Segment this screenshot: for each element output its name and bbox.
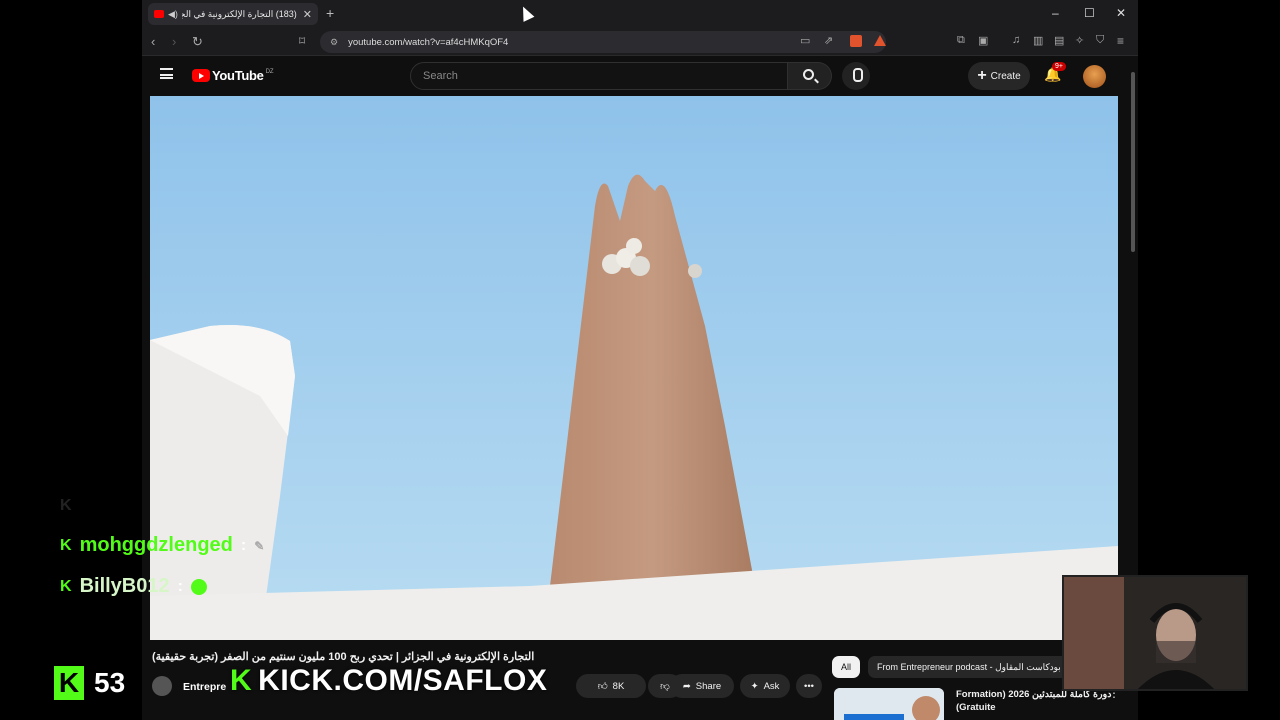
faded-chat-line: K xyxy=(60,497,72,514)
thumbs-up-icon: 👍︎ xyxy=(597,681,608,692)
new-tab-icon[interactable]: + xyxy=(326,5,334,21)
chat-message: K mohggdzlenged : ✎ xyxy=(60,534,264,557)
close-tab-icon[interactable]: ✕ xyxy=(303,8,312,21)
site-info-icon[interactable]: ⚙ xyxy=(330,37,338,48)
emote-icon xyxy=(190,578,207,595)
webcam-feed xyxy=(1064,577,1246,689)
bookmark-icon[interactable]: ⌑ xyxy=(299,34,305,48)
maximize-icon[interactable]: ☐ xyxy=(1084,6,1095,20)
ask-button[interactable]: ✦ Ask xyxy=(740,674,790,698)
kick-logo-icon: K xyxy=(230,664,253,697)
youtube-wordmark: YouTube xyxy=(212,68,264,83)
vpn-icon[interactable]: ⛉ xyxy=(1096,34,1104,47)
browser-tab-youtube[interactable]: ◀) (183) التجارة الإلكترونية في الجزائر … xyxy=(148,3,318,25)
youtube-play-icon xyxy=(192,69,210,82)
url-text: youtube.com/watch?v=af4cHMKqOF4 xyxy=(348,36,509,48)
brave-shields-icon[interactable] xyxy=(850,35,862,47)
youtube-favicon-icon xyxy=(154,10,164,18)
scrollbar-thumb[interactable] xyxy=(1131,72,1135,252)
sparkle-icon: ✦ xyxy=(750,680,759,692)
brave-rewards-icon[interactable] xyxy=(874,35,886,46)
kick-logo-icon: K xyxy=(54,666,84,700)
leo-ai-icon[interactable]: ✧ xyxy=(1075,34,1084,47)
browser-toolbar: ‹ › ↻ ⌑ ⚙ youtube.com/watch?v=af4cHMKqOF… xyxy=(142,28,1138,56)
more-actions-button[interactable]: ••• xyxy=(796,674,822,698)
channel-name[interactable]: Entrepre xyxy=(183,681,226,693)
wallet-icon[interactable]: ▤ xyxy=(1054,34,1064,47)
screenshot-icon[interactable]: ▣ xyxy=(978,34,988,47)
minimize-icon[interactable]: – xyxy=(1052,6,1059,20)
recommendation-thumbnail[interactable] xyxy=(834,688,944,720)
plus-icon: + xyxy=(977,67,987,84)
voice-search-icon[interactable] xyxy=(842,62,870,90)
video-title-text: التجارة الإلكترونية في الجزائر | تحدي رب… xyxy=(152,651,535,663)
tab-title: (183) التجارة الإلكترونية في الجزائر xyxy=(181,8,297,19)
webcam-overlay xyxy=(1062,575,1248,691)
search-icon xyxy=(803,69,814,80)
country-code: DZ xyxy=(265,68,274,75)
youtube-logo[interactable]: YouTube DZ xyxy=(192,68,274,83)
cast-icon[interactable]: ▭ xyxy=(800,34,810,47)
viewer-counter: K 53 xyxy=(54,666,125,700)
reload-icon[interactable]: ↻ xyxy=(192,34,203,50)
menu-icon[interactable]: ≡ xyxy=(1117,34,1124,48)
hamburger-menu-icon[interactable] xyxy=(160,68,173,79)
youtube-header: YouTube DZ Search + Create 🔔 9+ xyxy=(142,56,1128,96)
viewer-count: 53 xyxy=(94,667,126,698)
kick-badge-icon: K xyxy=(60,536,72,554)
like-count: 8K xyxy=(612,680,625,692)
sidebar-icon[interactable]: ▥ xyxy=(1033,34,1043,47)
notification-badge: 9+ xyxy=(1052,62,1066,71)
like-button[interactable]: 👍︎ 8K xyxy=(576,674,646,698)
speaker-icon[interactable]: ◀) xyxy=(168,9,178,20)
chat-message: K BillyB012 : xyxy=(60,575,207,598)
account-avatar[interactable] xyxy=(1083,65,1106,88)
media-icon[interactable]: ♫ xyxy=(1012,34,1020,46)
video-title: التجارة الإلكترونية في الجزائر | تحدي رب… xyxy=(152,650,792,663)
browser-window: ◀) (183) التجارة الإلكترونية في الجزائر … xyxy=(142,0,1138,720)
search-input[interactable]: Search xyxy=(410,62,788,90)
chat-username: mohggdzlenged xyxy=(79,534,233,556)
kick-badge-icon: K xyxy=(60,577,72,595)
share-icon: ➦ xyxy=(682,680,691,692)
recommendation-chips: All From Entrepreneur podcast - بودكاست … xyxy=(832,656,1070,678)
share-page-icon[interactable]: ⇗ xyxy=(824,34,833,47)
kick-channel-banner: K KICK.COM/SAFLOX xyxy=(230,664,547,698)
chat-separator: : xyxy=(240,536,247,554)
extensions-icon[interactable]: ⧉ xyxy=(957,34,965,47)
chip-all[interactable]: All xyxy=(832,656,861,678)
more-horizontal-icon: ••• xyxy=(804,680,814,692)
chip-channel[interactable]: From Entrepreneur podcast - بودكاست المق… xyxy=(868,656,1070,678)
create-label: Create xyxy=(990,70,1021,82)
screen: ◀) (183) التجارة الإلكترونية في الجزائر … xyxy=(0,0,1280,720)
create-button[interactable]: + Create xyxy=(968,62,1030,90)
thumbs-down-icon: 👎︎ xyxy=(660,681,670,692)
notifications-bell-icon[interactable]: 🔔 9+ xyxy=(1044,62,1066,83)
chat-username: BillyB012 xyxy=(79,575,170,597)
forward-arrow-icon[interactable]: › xyxy=(172,34,176,49)
thumbnail-art xyxy=(834,688,944,720)
share-button[interactable]: ➦ Share xyxy=(670,674,734,698)
video-player[interactable] xyxy=(150,96,1118,640)
ask-label: Ask xyxy=(763,680,780,692)
share-label: Share xyxy=(695,680,722,692)
search-button[interactable] xyxy=(788,62,832,90)
emote-icon: ✎ xyxy=(254,538,265,553)
close-window-icon[interactable]: ✕ xyxy=(1116,6,1126,20)
recommendation-title[interactable]: دورة كاملة للمبتدئين 2026 Formation) (Gr… xyxy=(956,688,1116,714)
channel-avatar[interactable] xyxy=(152,676,172,696)
chat-separator: : xyxy=(177,577,183,595)
tab-bar: ◀) (183) التجارة الإلكترونية في الجزائر … xyxy=(142,0,1138,28)
video-frame xyxy=(150,96,1118,640)
back-arrow-icon[interactable]: ‹ xyxy=(151,34,155,49)
kick-url-text: KICK.COM/SAFLOX xyxy=(258,664,548,697)
